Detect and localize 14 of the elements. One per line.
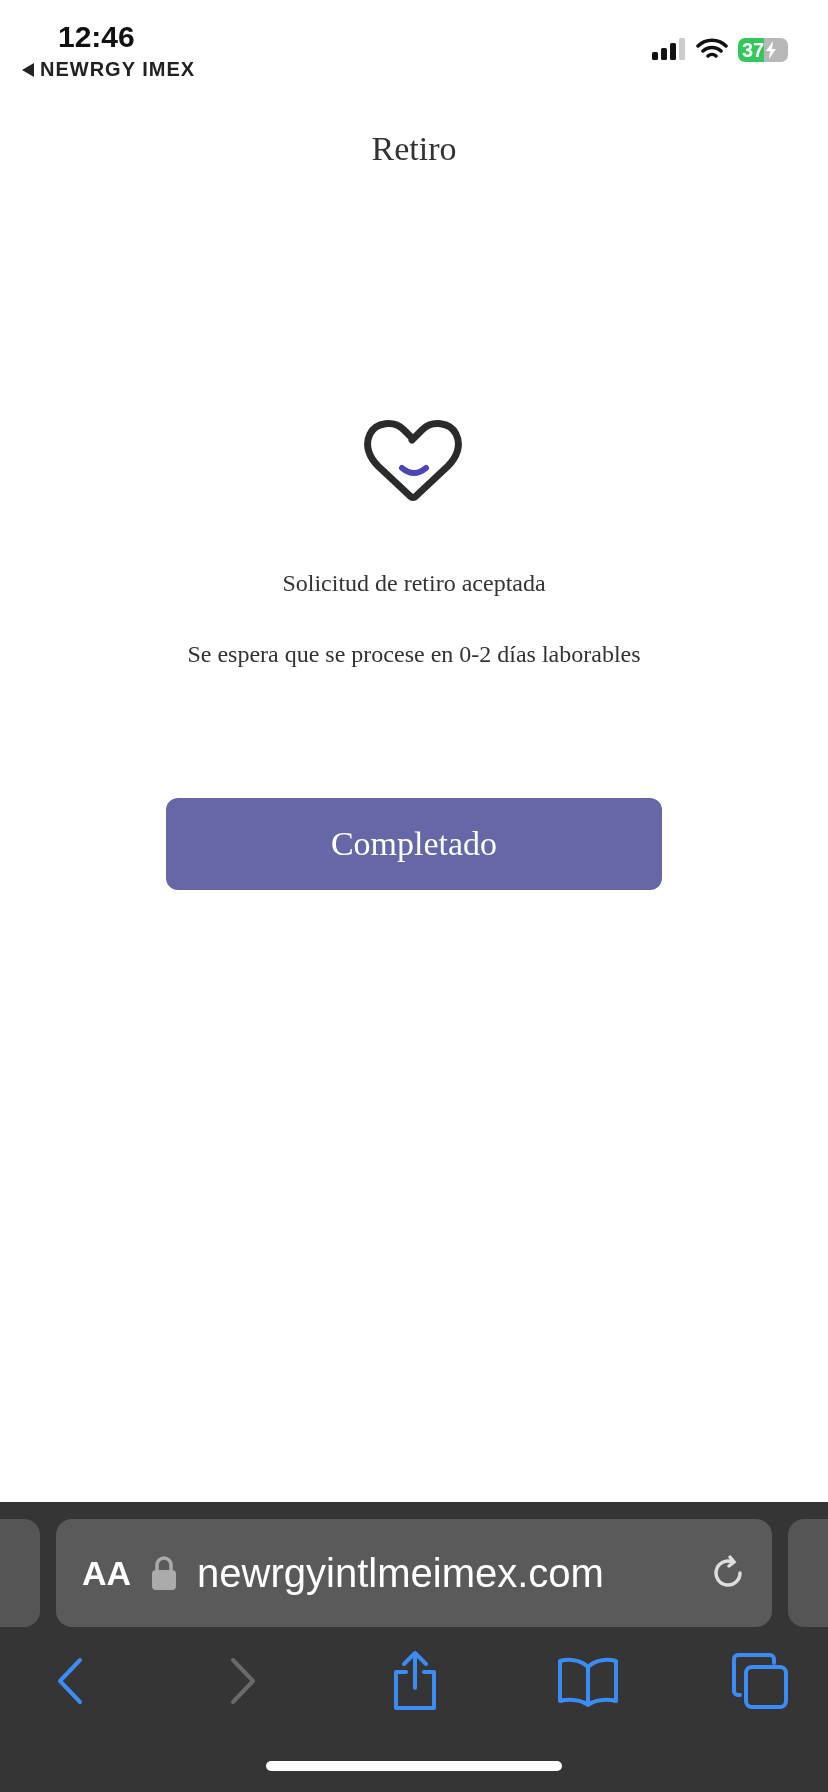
address-bar[interactable]: AA newrgyintlmeimex.com bbox=[56, 1519, 772, 1627]
text-size-button[interactable]: AA bbox=[82, 1553, 132, 1593]
processing-note: Se espera que se procese en 0-2 días laborables bbox=[187, 641, 641, 668]
complete-button[interactable]: Completado bbox=[166, 798, 662, 890]
wifi-icon bbox=[696, 38, 728, 60]
page-title: Retiro bbox=[371, 130, 457, 168]
left-triangle-icon bbox=[22, 62, 34, 77]
back-to-app-link[interactable]: NEWRGY IMEX bbox=[22, 58, 196, 81]
url-text: newrgyintlmeimex.com bbox=[197, 1550, 605, 1596]
status-time: 12:46 bbox=[58, 20, 136, 54]
lock-icon bbox=[151, 1556, 178, 1590]
signal-icon bbox=[652, 38, 686, 60]
success-message: Solicitud de retiro aceptada bbox=[282, 570, 546, 597]
battery-icon: 37 bbox=[738, 38, 788, 62]
